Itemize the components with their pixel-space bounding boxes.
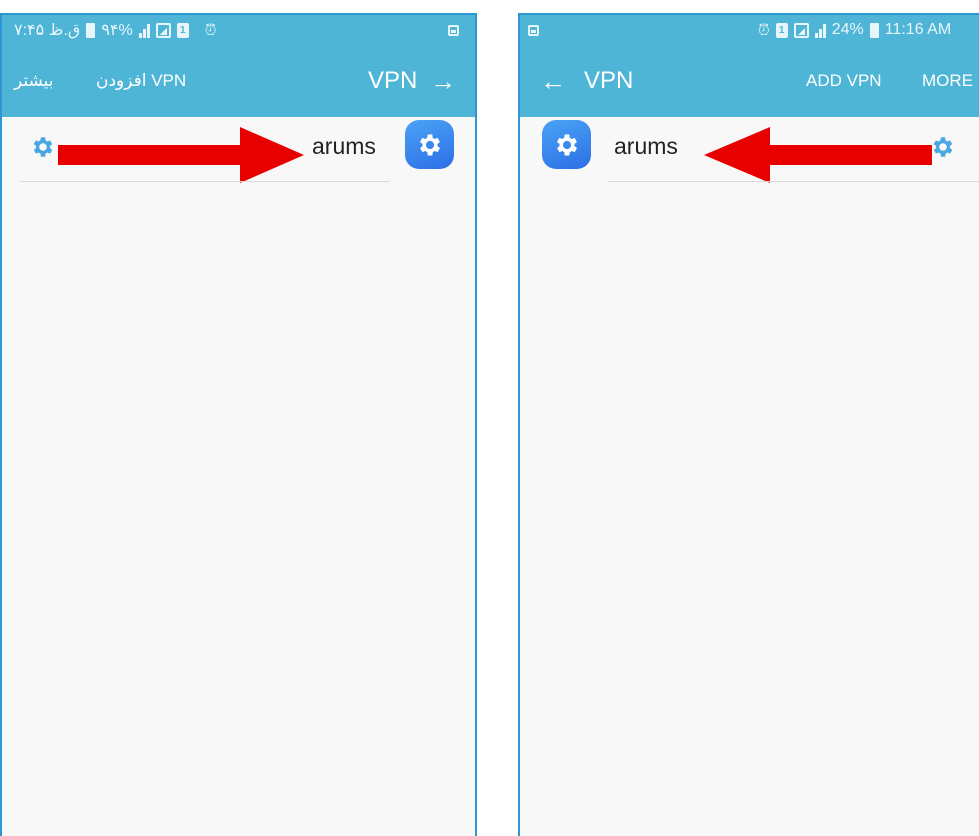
app-gear-icon xyxy=(556,134,577,155)
right-phone-screen: ⏰︎ 1 24% 11:16 AM ← VPN ADD VPN MORE aru… xyxy=(518,13,979,836)
alarm-icon: ⏰︎ xyxy=(758,21,770,39)
vpn-name: arums xyxy=(614,133,678,159)
network-icon xyxy=(155,22,171,38)
app-gear-icon xyxy=(419,134,440,155)
settings-app-icon xyxy=(542,120,591,169)
clock: ۷:۴۵ ق.ظ xyxy=(14,22,81,39)
red-arrow-annotation xyxy=(704,127,932,183)
page-title: VPN xyxy=(368,67,418,94)
gear-icon[interactable] xyxy=(30,134,56,160)
screenshot-icon xyxy=(528,24,539,36)
app-bar: بیشتر افزودن VPN VPN → xyxy=(2,45,475,117)
battery-percent: ۹۴% xyxy=(101,22,133,39)
battery-icon xyxy=(86,22,96,38)
back-arrow-icon[interactable]: → xyxy=(430,66,456,97)
vpn-list-item[interactable]: arums xyxy=(2,117,475,183)
clock: 11:16 AM xyxy=(884,21,952,38)
vpn-name: arums xyxy=(312,133,376,159)
app-bar: ← VPN ADD VPN MORE xyxy=(520,45,979,117)
screenshot-icon xyxy=(448,24,459,36)
red-arrow-annotation xyxy=(58,127,304,183)
status-bar: ⏰︎ 1 24% 11:16 AM xyxy=(520,15,979,45)
settings-app-icon xyxy=(405,120,454,169)
battery-percent: 24% xyxy=(831,21,864,38)
row-divider xyxy=(608,181,979,182)
page-title: VPN xyxy=(584,67,634,94)
sim-icon: 1 xyxy=(775,22,788,38)
status-bar: ۷:۴۵ ق.ظ ۹۴% 1 ⏰︎ xyxy=(2,15,475,45)
add-vpn-button[interactable]: افزودن VPN xyxy=(96,71,186,91)
more-button[interactable]: MORE xyxy=(922,71,973,91)
vpn-list: arums xyxy=(520,117,979,836)
battery-icon xyxy=(869,22,879,38)
gear-icon[interactable] xyxy=(930,134,956,160)
signal-icon xyxy=(814,23,826,38)
vpn-list: arums xyxy=(2,117,475,836)
sim-icon: 1 xyxy=(176,22,189,38)
back-arrow-icon[interactable]: ← xyxy=(540,66,566,97)
more-button[interactable]: بیشتر xyxy=(14,71,54,91)
signal-icon xyxy=(138,23,150,38)
row-divider xyxy=(20,181,390,182)
vpn-list-item[interactable]: arums xyxy=(520,117,979,183)
left-phone-screen: ۷:۴۵ ق.ظ ۹۴% 1 ⏰︎ بیشتر افزودن VPN VPN →… xyxy=(0,13,477,836)
alarm-icon: ⏰︎ xyxy=(204,21,217,39)
network-icon xyxy=(793,22,809,38)
add-vpn-button[interactable]: ADD VPN xyxy=(806,71,882,91)
